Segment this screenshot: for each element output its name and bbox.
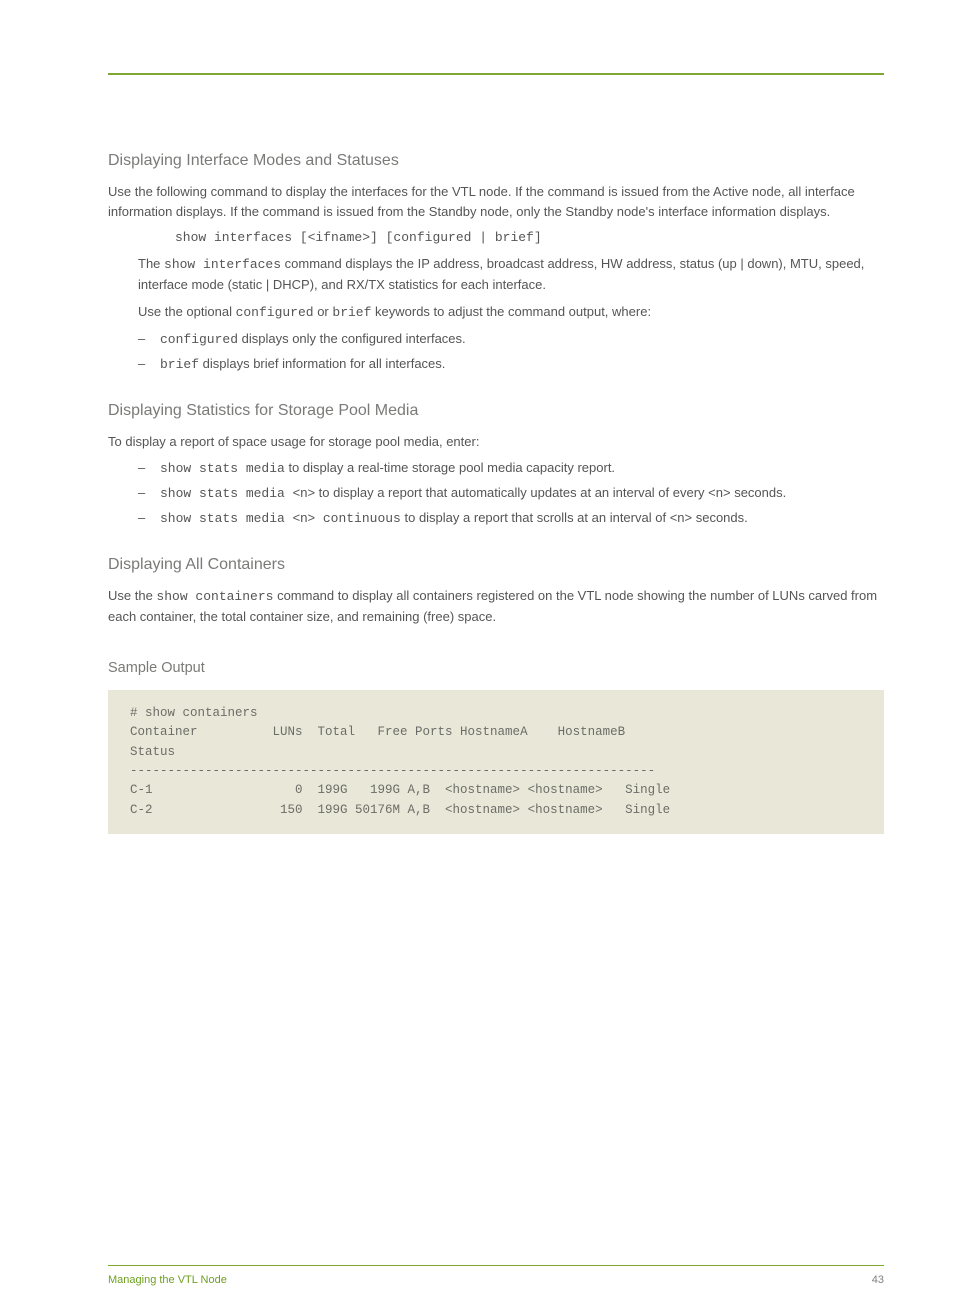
content-area: Displaying Interface Modes and Statuses …	[0, 75, 954, 834]
para-show-interfaces-desc: The show interfaces command displays the…	[138, 254, 884, 295]
bullet-body: show stats media <n> continuous to displ…	[160, 508, 884, 529]
bullet-stats-media-n: – show stats media <n> to display a repo…	[138, 483, 884, 504]
text-run: to display a report that scrolls at an i…	[401, 510, 670, 525]
para-intro-interfaces: Use the following command to display the…	[108, 182, 884, 222]
heading-display-interfaces: Displaying Interface Modes and Statuses	[108, 149, 884, 174]
text-run: <n>	[708, 485, 730, 500]
inline-code: continuous	[315, 511, 401, 526]
inline-code: show containers	[156, 589, 273, 604]
bottom-rule	[108, 1265, 884, 1266]
para-options-intro: Use the optional configured or brief key…	[138, 302, 884, 323]
text-run: <n>	[293, 510, 315, 525]
text-run: to display a real-time storage pool medi…	[285, 460, 615, 475]
text-run: or	[314, 304, 333, 319]
code-block-containers: # show containers Container LUNs Total F…	[108, 690, 884, 834]
bullet-configured: – configured displays only the configure…	[138, 329, 884, 350]
page: Displaying Interface Modes and Statuses …	[0, 73, 954, 1308]
bullet-stats-media: – show stats media to display a real-tim…	[138, 458, 884, 479]
text-run: displays only the configured interfaces.	[238, 331, 466, 346]
footer-left: Managing the VTL Node	[108, 1274, 227, 1286]
text-run: seconds.	[692, 510, 748, 525]
inline-code: configured	[236, 305, 314, 320]
inline-code: show stats media	[160, 486, 293, 501]
inline-code: show stats media	[160, 511, 293, 526]
bullet-marker: –	[138, 329, 160, 350]
bullet-marker: –	[138, 354, 160, 375]
bullet-marker: –	[138, 458, 160, 479]
para-containers-desc: Use the show containers command to displ…	[108, 586, 884, 627]
bullet-marker: –	[138, 483, 160, 504]
text-run: <n>	[670, 510, 692, 525]
bullet-stats-media-continuous: – show stats media <n> continuous to dis…	[138, 508, 884, 529]
footer: Managing the VTL Node 43	[108, 1274, 884, 1286]
inline-code: show stats media	[160, 461, 285, 476]
bullet-body: show stats media <n> to display a report…	[160, 483, 884, 504]
inline-code: brief	[160, 357, 199, 372]
heading-containers: Displaying All Containers	[108, 553, 884, 578]
para-stats-intro: To display a report of space usage for s…	[108, 432, 884, 452]
text-run: displays brief information for all inter…	[199, 356, 445, 371]
inline-code: show interfaces	[164, 257, 281, 272]
subheading-sample-output: Sample Output	[108, 657, 884, 679]
text-run: Use the optional	[138, 304, 236, 319]
text-run: <n>	[293, 485, 315, 500]
cmd-show-interfaces: show interfaces [<ifname>] [configured |…	[175, 228, 884, 248]
text-run: to display a report that automatically u…	[315, 485, 708, 500]
text-run: seconds.	[731, 485, 787, 500]
bullet-marker: –	[138, 508, 160, 529]
footer-page-number: 43	[872, 1274, 884, 1286]
bullet-body: brief displays brief information for all…	[160, 354, 884, 375]
heading-stats-media: Displaying Statistics for Storage Pool M…	[108, 399, 884, 424]
inline-code: configured	[160, 332, 238, 347]
bullet-body: configured displays only the configured …	[160, 329, 884, 350]
inline-code: brief	[332, 305, 371, 320]
text-run: keywords to adjust the command output, w…	[371, 304, 651, 319]
text-run: The	[138, 256, 164, 271]
bullet-brief: – brief displays brief information for a…	[138, 354, 884, 375]
text-run: Use the	[108, 588, 156, 603]
bullet-body: show stats media to display a real-time …	[160, 458, 884, 479]
